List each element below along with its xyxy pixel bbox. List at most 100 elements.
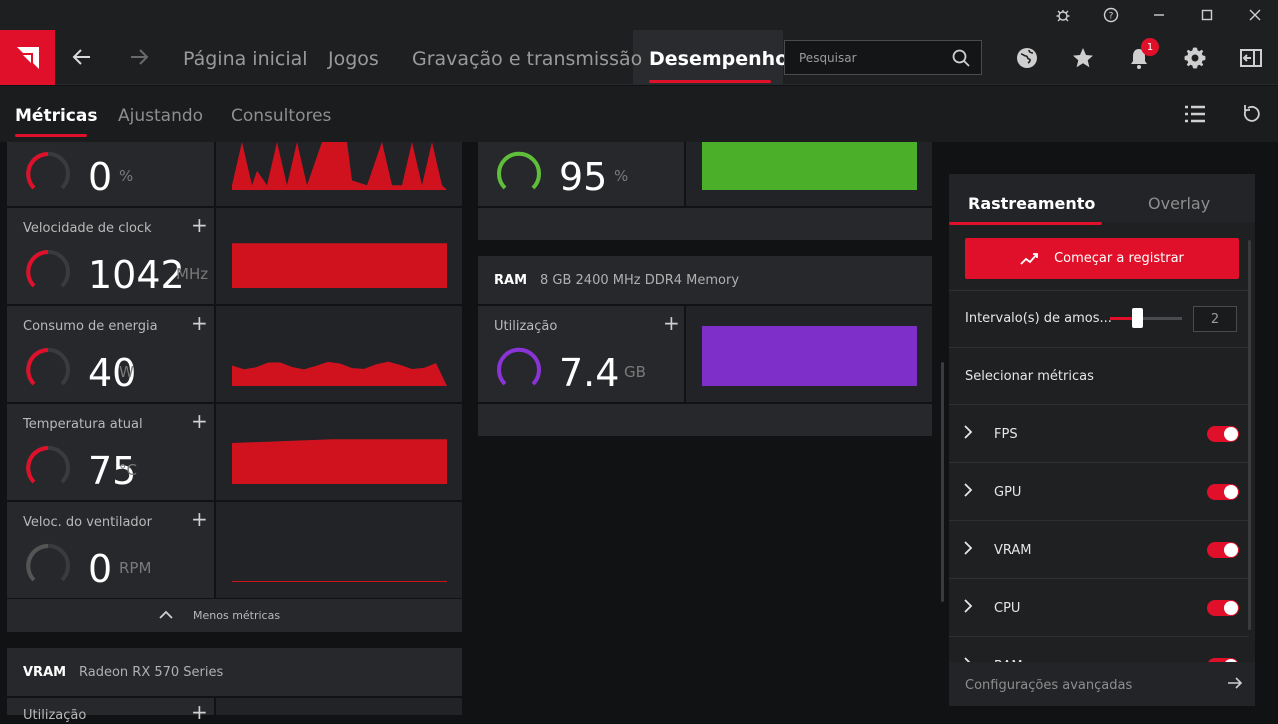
sample-interval-label: Intervalo(s) de amos...	[965, 311, 1112, 326]
metric-toggle-row[interactable]: GPU	[949, 463, 1249, 520]
add-metric-plus-icon[interactable]: +	[191, 313, 208, 333]
sidebar-tab-overlay[interactable]: Overlay	[1148, 194, 1210, 213]
metric-toggle-switch[interactable]	[1207, 600, 1239, 616]
sidebar-tab-tracking[interactable]: Rastreamento	[968, 194, 1095, 213]
sample-interval-input[interactable]: 2	[1193, 306, 1237, 332]
ram-usage-unit: GB	[624, 363, 646, 381]
divider	[949, 290, 1249, 291]
less-metrics-bar[interactable]: Menos métricas	[7, 599, 462, 632]
nav-tab-record-stream[interactable]: Gravação e transmissão	[412, 48, 642, 70]
ram-usage-label: Utilização	[494, 319, 558, 334]
toggle-knob	[1224, 543, 1238, 557]
title-bar	[0, 0, 1278, 30]
gpu-metric-value: 1042	[88, 253, 185, 297]
vram-card-subtitle: Radeon RX 570 Series	[79, 665, 224, 680]
chevron-up-icon	[159, 610, 173, 619]
add-metric-plus-icon[interactable]: +	[191, 702, 208, 722]
gpu-metric-gauge	[26, 445, 70, 484]
search-icon[interactable]	[951, 48, 971, 71]
vram-metric-label: Utilização	[23, 708, 87, 723]
main-scrollbar[interactable]	[941, 362, 944, 602]
gpu-metric-graph	[216, 502, 462, 598]
gpu-metric-unit: MHz	[176, 265, 209, 283]
advanced-settings-bar[interactable]: Configurações avançadas	[949, 662, 1255, 706]
sidebar-toggle-icon[interactable]	[1237, 44, 1265, 72]
gpu-metric-graph	[216, 404, 462, 500]
gpu-metric-gauge	[26, 347, 70, 386]
close-icon[interactable]	[1235, 0, 1275, 30]
chevron-right-icon[interactable]	[963, 482, 973, 501]
favorites-star-icon[interactable]	[1069, 44, 1097, 72]
gpu-metric-tile: Temperatura atual + 75 °C	[7, 404, 214, 500]
ram-card-subtitle: 8 GB 2400 MHz DDR4 Memory	[540, 273, 740, 288]
cpu-usage-gauge	[497, 151, 541, 190]
add-metric-plus-icon[interactable]: +	[191, 509, 208, 529]
gpu-metric-graph-area	[232, 142, 447, 190]
gpu-metric-graph-area	[232, 439, 447, 484]
back-arrow-icon[interactable]	[70, 45, 94, 74]
chevron-right-icon[interactable]	[963, 540, 973, 559]
gpu-metric-label: Velocidade de clock	[23, 221, 152, 236]
metric-toggle-label: GPU	[994, 485, 1022, 500]
chevron-right-icon[interactable]	[963, 598, 973, 617]
notification-count-badge: 1	[1141, 38, 1159, 56]
cpu-usage-graph-area	[702, 142, 917, 190]
search-input[interactable]: Pesquisar	[784, 40, 982, 75]
bug-report-icon[interactable]	[1043, 0, 1083, 30]
metric-toggle-switch[interactable]	[1207, 426, 1239, 442]
settings-gear-icon[interactable]	[1181, 44, 1209, 72]
maximize-icon[interactable]	[1187, 0, 1227, 30]
cpu-metric-partial: 95 %	[478, 142, 684, 206]
nav-tab-home[interactable]: Página inicial	[183, 48, 308, 70]
sub-tab-tuning[interactable]: Ajustando	[118, 106, 203, 126]
vram-metric-partial: Utilização +	[7, 698, 214, 723]
ram-usage-graph	[686, 306, 932, 402]
metric-toggle-switch[interactable]	[1207, 542, 1239, 558]
sample-interval-slider-handle[interactable]	[1132, 308, 1143, 328]
trend-line-icon	[1020, 252, 1038, 265]
gpu-metric-tile: Consumo de energia + 40 W	[7, 306, 214, 402]
cpu-usage-graph	[686, 142, 932, 206]
ram-usage-value: 7.4	[559, 351, 620, 395]
amd-logo[interactable]	[0, 30, 55, 85]
gpu-metric-value: 0	[88, 155, 113, 199]
start-recording-button[interactable]: Começar a registrar	[965, 238, 1239, 279]
chevron-right-icon[interactable]	[963, 424, 973, 443]
add-metric-plus-icon[interactable]: +	[663, 313, 680, 333]
metric-toggle-row[interactable]: FPS	[949, 405, 1249, 462]
sub-tab-metrics[interactable]: Métricas	[15, 106, 97, 126]
cpu-usage-value: 95	[559, 155, 608, 199]
ram-card-header: RAM 8 GB 2400 MHz DDR4 Memory	[478, 256, 932, 304]
forward-arrow-icon[interactable]	[127, 45, 151, 74]
vram-graph-partial	[216, 698, 462, 715]
nav-tab-performance[interactable]: Desempenho	[649, 48, 788, 70]
list-view-icon[interactable]	[1181, 100, 1209, 128]
gpu-metric-unit: %	[119, 167, 134, 185]
metric-toggle-row[interactable]: VRAM	[949, 521, 1249, 578]
metric-toggle-row[interactable]: CPU	[949, 579, 1249, 636]
minimize-icon[interactable]	[1139, 0, 1179, 30]
metric-toggle-switch[interactable]	[1207, 484, 1239, 500]
gpu-metric-gauge	[26, 249, 70, 288]
add-metric-plus-icon[interactable]: +	[191, 215, 208, 235]
gpu-metric-gauge	[26, 151, 70, 190]
nav-tab-games[interactable]: Jogos	[328, 48, 379, 70]
toggle-knob	[1224, 427, 1238, 441]
start-recording-label: Começar a registrar	[1054, 251, 1184, 266]
add-metric-plus-icon[interactable]: +	[191, 411, 208, 431]
sample-interval-slider-fill	[1110, 317, 1134, 320]
gpu-metric-tile: 0 %	[7, 142, 214, 206]
gpu-metric-graph	[216, 142, 462, 206]
globe-icon[interactable]	[1013, 44, 1041, 72]
sidebar-scrollbar[interactable]	[1248, 240, 1251, 630]
gpu-metric-tile: Velocidade de clock + 1042 MHz	[7, 208, 214, 304]
cpu-usage-unit: %	[614, 167, 629, 185]
reset-icon[interactable]	[1237, 100, 1265, 128]
help-icon[interactable]: ?	[1091, 0, 1131, 30]
sub-tab-advisors[interactable]: Consultores	[231, 106, 331, 126]
gpu-metric-unit: RPM	[119, 559, 152, 577]
metric-toggle-label: VRAM	[994, 543, 1032, 558]
gpu-metric-gauge	[26, 543, 70, 582]
ram-usage-metric: Utilização + 7.4 GB	[478, 306, 684, 402]
gpu-metric-graph-area	[232, 243, 447, 288]
